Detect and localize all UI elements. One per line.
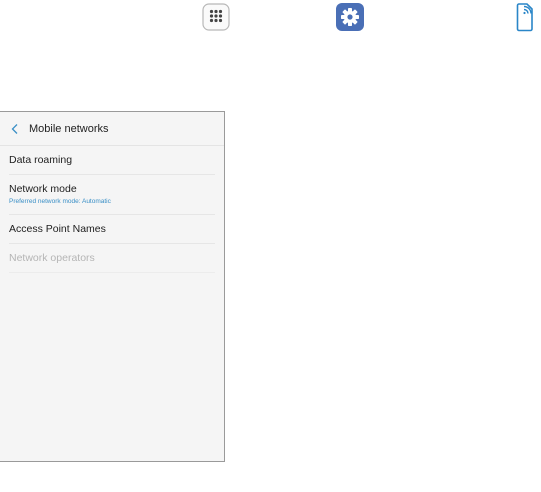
item-label: Network operators xyxy=(9,251,95,264)
mobile-network-device-icon[interactable] xyxy=(509,1,541,33)
settings-list: Data roaming Network mode Preferred netw… xyxy=(0,146,224,273)
item-sublabel: Preferred network mode: Automatic xyxy=(9,198,111,205)
page-title: Mobile networks xyxy=(29,122,109,135)
item-label: Data roaming xyxy=(9,153,73,166)
list-item-network-operators: Network operators xyxy=(9,244,215,273)
chevron-left-icon[interactable] xyxy=(2,112,28,145)
settings-gear-icon[interactable] xyxy=(334,1,366,33)
page: Mobile networks Data roaming Network mod… xyxy=(0,0,541,492)
list-item-access-point-names[interactable]: Access Point Names xyxy=(9,215,215,244)
item-label: Network mode xyxy=(9,183,77,195)
item-label: Access Point Names xyxy=(9,222,106,235)
list-item-data-roaming[interactable]: Data roaming xyxy=(9,146,215,175)
phone-screen: Mobile networks Data roaming Network mod… xyxy=(0,111,225,462)
list-item-network-mode[interactable]: Network mode Preferred network mode: Aut… xyxy=(9,175,215,215)
app-bar: Mobile networks xyxy=(0,112,224,146)
apps-grid-icon[interactable] xyxy=(200,1,232,33)
